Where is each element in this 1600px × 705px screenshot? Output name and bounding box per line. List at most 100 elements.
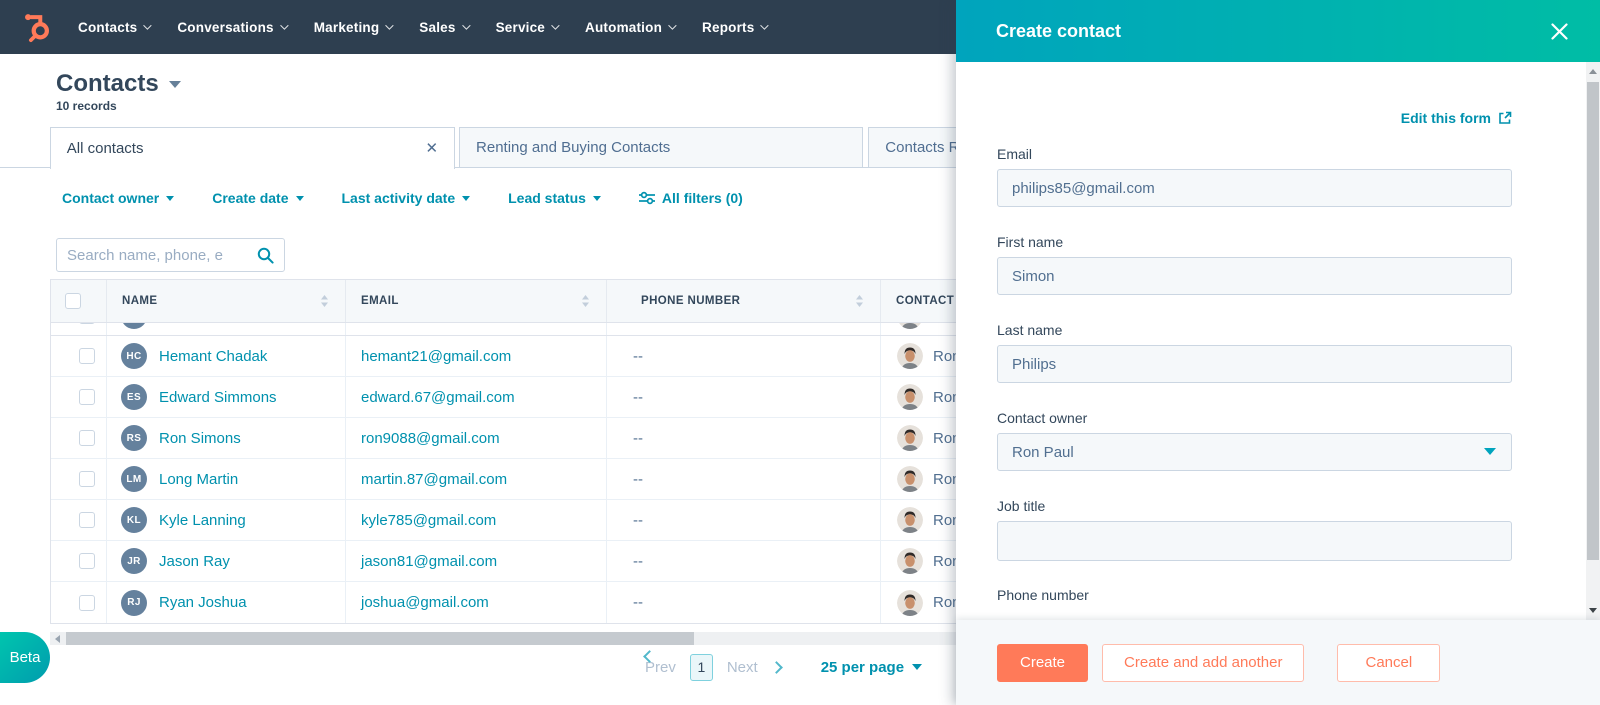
tab-label: All contacts (67, 140, 144, 157)
contact-name-link[interactable]: Long Martin (159, 471, 238, 488)
job-title-label: Job title (997, 498, 1512, 514)
next-page-button[interactable]: Next (727, 659, 758, 676)
contact-phone: -- (633, 430, 643, 447)
column-label: EMAIL (361, 295, 399, 307)
tab-contacts-re[interactable]: Contacts Re (868, 127, 956, 167)
current-page-button[interactable]: 1 (690, 654, 713, 681)
column-header-email[interactable]: EMAIL (346, 280, 607, 322)
per-page-select[interactable]: 25 per page (821, 659, 922, 676)
row-checkbox[interactable] (79, 389, 95, 405)
close-icon[interactable]: ✕ (425, 141, 438, 156)
scroll-left-arrow-icon[interactable] (55, 635, 60, 643)
next-page-chevron-icon[interactable] (770, 661, 783, 674)
row-checkbox[interactable] (79, 512, 95, 528)
row-checkbox[interactable] (79, 553, 95, 569)
sort-icon[interactable] (855, 294, 864, 308)
contact-email-link[interactable]: kyle785@gmail.com (361, 512, 496, 529)
hubspot-logo-icon[interactable] (20, 10, 54, 44)
nav-item-conversations[interactable]: Conversations (177, 20, 285, 35)
contact-email-link[interactable]: ron9088@gmail.com (361, 430, 500, 447)
nav-item-marketing[interactable]: Marketing (314, 20, 392, 35)
sort-icon[interactable] (320, 294, 329, 308)
page-title[interactable]: Contacts (56, 70, 181, 98)
filter-lead-status[interactable]: Lead status (508, 190, 601, 206)
horizontal-scrollbar[interactable] (50, 632, 956, 645)
contact-email-link[interactable]: hemant21@gmail.com (361, 348, 511, 365)
table-row: RJ Ryan Joshua joshua@gmail.com -- Ron P (51, 582, 1059, 623)
avatar (121, 323, 147, 329)
contact-email-link[interactable]: edward.67@gmail.com (361, 389, 515, 406)
email-field[interactable] (997, 169, 1512, 207)
nav-item-reports[interactable]: Reports (702, 20, 766, 35)
create-and-add-another-button[interactable]: Create and add another (1102, 644, 1304, 682)
nav-item-contacts[interactable]: Contacts (78, 20, 149, 35)
avatar: HC (121, 343, 147, 369)
contact-email-link[interactable]: jason81@gmail.com (361, 553, 497, 570)
search-input[interactable] (67, 247, 257, 264)
first-name-field[interactable] (997, 257, 1512, 295)
cancel-button[interactable]: Cancel (1337, 644, 1440, 682)
contact-email-link[interactable]: joshua@gmail.com (361, 594, 489, 611)
filter-label: Contact owner (62, 190, 159, 206)
contact-name-link[interactable]: Ryan Joshua (159, 594, 247, 611)
edit-this-form-link[interactable]: Edit this form (1401, 110, 1512, 126)
chevron-down-icon (144, 21, 152, 29)
contact-name-link[interactable]: Ron Simons (159, 430, 241, 447)
contact-name-link[interactable]: Kyle Lanning (159, 512, 246, 529)
contacts-table: NAME EMAIL PHONE NUMBER CONTACT O (50, 279, 1060, 624)
tab-spacer (0, 127, 50, 167)
sort-icon[interactable] (581, 294, 590, 308)
contact-name-link[interactable]: Jason Ray (159, 553, 230, 570)
filter-bar: Contact owner Create date Last activity da… (62, 190, 743, 206)
select-all-checkbox[interactable] (65, 293, 81, 309)
contact-email-link[interactable]: martin.87@gmail.com (361, 471, 507, 488)
contact-owner-value[interactable] (997, 433, 1512, 471)
filter-contact-owner[interactable]: Contact owner (62, 190, 174, 206)
table-row: HC Hemant Chadak hemant21@gmail.com -- R… (51, 336, 1059, 377)
scroll-up-arrow-icon[interactable] (1589, 69, 1597, 74)
table-body: HC Hemant Chadak hemant21@gmail.com -- R… (51, 336, 1059, 623)
contact-phone: -- (633, 348, 643, 365)
chevron-down-icon (761, 21, 769, 29)
column-header-name[interactable]: NAME (107, 280, 346, 322)
per-page-label: 25 per page (821, 659, 904, 676)
row-avatar-initials: HC (126, 351, 141, 362)
search-icon[interactable] (257, 247, 274, 264)
table-header: NAME EMAIL PHONE NUMBER CONTACT O (51, 280, 1059, 323)
panel-scrollbar[interactable] (1586, 62, 1600, 620)
phone-number-label: Phone number (997, 587, 1512, 603)
row-checkbox[interactable] (79, 323, 95, 324)
create-button[interactable]: Create (997, 644, 1088, 682)
scroll-down-arrow-icon[interactable] (1589, 608, 1597, 613)
panel-footer: Create Create and add another Cancel (956, 620, 1600, 705)
all-filters-button[interactable]: All filters (0) (639, 190, 743, 206)
nav-item-automation[interactable]: Automation (585, 20, 674, 35)
panel-body: Edit this form Email First name Last nam… (956, 62, 1586, 620)
row-checkbox[interactable] (79, 348, 95, 364)
tab-renting-buying-contacts[interactable]: Renting and Buying Contacts (459, 127, 863, 167)
panel-scrollbar-thumb[interactable] (1587, 82, 1599, 560)
row-checkbox[interactable] (79, 471, 95, 487)
chevron-down-icon (462, 196, 470, 201)
filter-last-activity-date[interactable]: Last activity date (342, 190, 471, 206)
contact-owner-select[interactable] (997, 426, 1512, 471)
horizontal-scrollbar-thumb[interactable] (66, 632, 694, 645)
owner-photo (897, 323, 923, 329)
job-title-field[interactable] (997, 521, 1512, 561)
row-avatar-initials: LM (126, 474, 141, 485)
owner-photo (897, 507, 923, 533)
row-checkbox[interactable] (79, 430, 95, 446)
beta-badge[interactable]: Beta (0, 632, 50, 683)
close-panel-button[interactable] (1551, 23, 1568, 40)
contact-name-link[interactable]: Edward Simmons (159, 389, 277, 406)
column-header-phone[interactable]: PHONE NUMBER (607, 280, 881, 322)
table-row: KL Kyle Lanning kyle785@gmail.com -- Ron… (51, 500, 1059, 541)
create-contact-panel: Create contact Edit this form Email Firs… (956, 0, 1600, 705)
last-name-field[interactable] (997, 345, 1512, 383)
row-checkbox[interactable] (79, 595, 95, 611)
contact-name-link[interactable]: Hemant Chadak (159, 348, 267, 365)
nav-item-service[interactable]: Service (496, 20, 557, 35)
tab-all-contacts[interactable]: All contacts ✕ (50, 127, 455, 169)
nav-item-sales[interactable]: Sales (419, 20, 467, 35)
filter-create-date[interactable]: Create date (212, 190, 303, 206)
